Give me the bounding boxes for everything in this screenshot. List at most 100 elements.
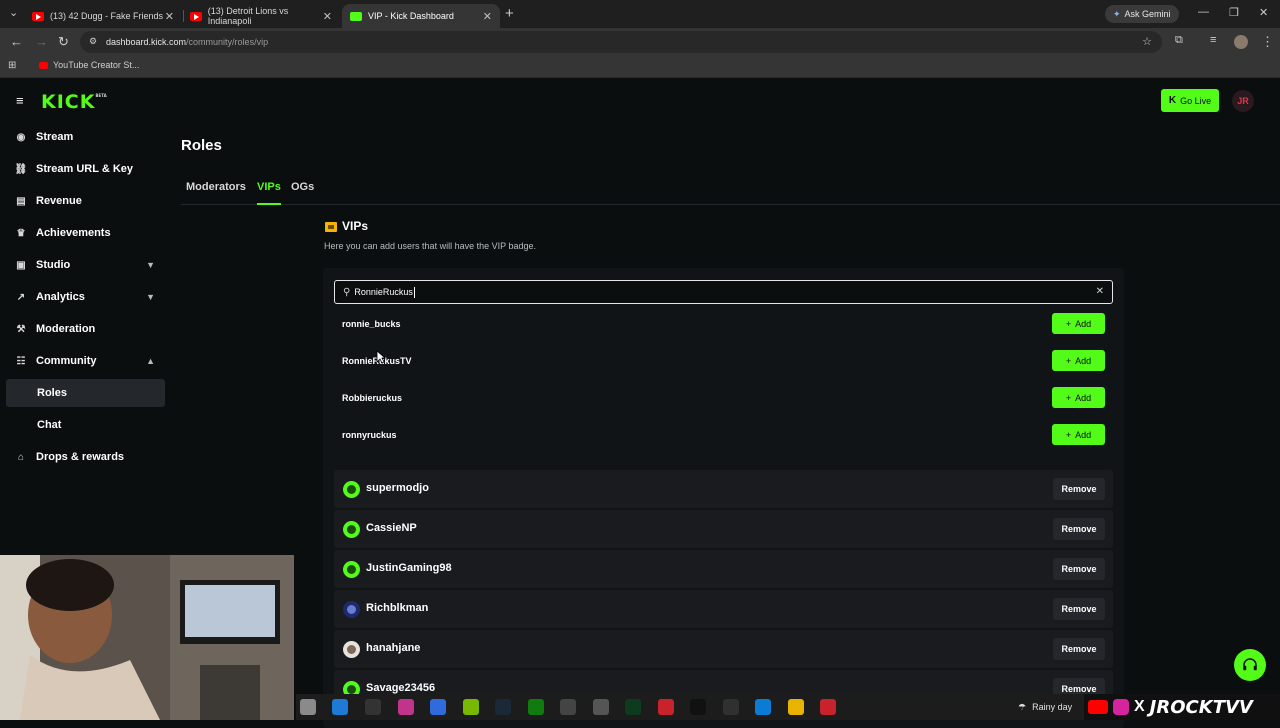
kick-favicon-icon	[350, 11, 362, 21]
remove-vip-button[interactable]: Remove	[1053, 638, 1105, 660]
add-vip-button[interactable]: + Add	[1052, 350, 1105, 371]
sidebar-item-achievements[interactable]: ♛ Achievements	[6, 219, 165, 247]
browser-menu-icon[interactable]: ⋮	[1261, 34, 1274, 50]
close-tab-icon[interactable]: ✕	[165, 10, 174, 23]
url-bar[interactable]: ⚙ dashboard.kick.com/community/roles/vip…	[80, 31, 1162, 53]
minimize-icon[interactable]: —	[1198, 6, 1209, 18]
media-controls-icon[interactable]: ≡	[1210, 34, 1216, 46]
back-icon[interactable]: ←	[10, 34, 23, 49]
restore-icon[interactable]: ❐	[1229, 6, 1239, 19]
sidebar-item-stream[interactable]: ◉ Stream	[6, 123, 165, 151]
sidebar-item-community[interactable]: ☷ Community ▲	[6, 347, 165, 375]
app-icon[interactable]	[593, 699, 609, 715]
revenue-icon: ▤	[16, 195, 26, 207]
webcam-image	[0, 555, 294, 720]
store-icon[interactable]	[332, 699, 348, 715]
instagram-icon	[1113, 699, 1129, 715]
tab-search-chevron-icon[interactable]: ⌄	[9, 6, 18, 19]
app-icon[interactable]	[560, 699, 576, 715]
search-result: ronnyruckus + Add	[342, 421, 1105, 449]
xbox-icon[interactable]	[528, 699, 544, 715]
app-icon[interactable]	[658, 699, 674, 715]
browser-tab-active[interactable]: VIP - Kick Dashboard ✕	[342, 4, 500, 28]
search-result: Robbieruckus + Add	[342, 384, 1105, 412]
sidebar-item-drops-rewards[interactable]: ⌂ Drops & rewards	[6, 443, 165, 471]
site-info-icon[interactable]: ⚙	[89, 36, 97, 47]
user-avatar[interactable]: JR	[1232, 90, 1254, 112]
profile-avatar[interactable]	[1234, 35, 1248, 49]
chevron-down-icon: ▼	[146, 260, 155, 270]
clear-search-icon[interactable]: ✕	[1096, 286, 1104, 297]
window-close-icon[interactable]: ✕	[1259, 6, 1268, 19]
go-live-button[interactable]: K Go Live	[1161, 89, 1219, 112]
remove-vip-button[interactable]: Remove	[1053, 558, 1105, 580]
ask-gemini-button[interactable]: ✦ Ask Gemini	[1105, 5, 1179, 23]
vip-search-input[interactable]: ⚲ RonnieRuckus ✕	[334, 280, 1113, 304]
remove-vip-button[interactable]: Remove	[1053, 518, 1105, 540]
new-tab-icon[interactable]: +	[505, 5, 514, 22]
browser-tab-1[interactable]: (13) 42 Dugg - Fake Friends ✕	[24, 4, 184, 28]
tiktok-icon[interactable]	[690, 699, 706, 715]
apps-grid-icon[interactable]: ⊞	[8, 60, 16, 71]
add-vip-button[interactable]: + Add	[1052, 424, 1105, 445]
browser-tab-title: VIP - Kick Dashboard	[368, 11, 454, 21]
sidebar-item-revenue[interactable]: ▤ Revenue	[6, 187, 165, 215]
app-icon[interactable]	[820, 699, 836, 715]
address-bar-row: ← → ↻ ⚙ dashboard.kick.com/community/rol…	[0, 28, 1280, 56]
chevron-down-icon: ▼	[146, 292, 155, 302]
gemini-sparkle-icon: ✦	[1113, 8, 1121, 19]
app-icon[interactable]	[398, 699, 414, 715]
remove-vip-button[interactable]: Remove	[1053, 598, 1105, 620]
user-avatar	[343, 561, 360, 578]
chrome-icon[interactable]	[788, 699, 804, 715]
remove-vip-button[interactable]: Remove	[1053, 478, 1105, 500]
search-icon: ⚲	[343, 286, 351, 298]
edge-icon[interactable]	[755, 699, 771, 715]
search-result: RonnieRukusTV +Add	[342, 347, 1105, 375]
vip-row: supermodjo Remove	[334, 470, 1113, 508]
sidebar-item-roles[interactable]: Roles	[6, 379, 165, 407]
plus-icon: +	[1065, 429, 1072, 440]
browser-tab-title: (13) 42 Dugg - Fake Friends	[50, 11, 164, 21]
search-result: ronnie_bucks + Add	[342, 310, 1105, 338]
sidebar-item-stream-url-key[interactable]: ⛓ Stream URL & Key	[6, 155, 165, 183]
vip-section-description: Here you can add users that will have th…	[324, 241, 536, 251]
sidebar-item-studio[interactable]: ▣ Studio ▼	[6, 251, 165, 279]
add-vip-button[interactable]: + Add	[1052, 387, 1105, 408]
vip-row: hanahjane Remove	[334, 630, 1113, 668]
hamburger-menu-icon[interactable]: ≡	[16, 93, 24, 108]
extensions-icon[interactable]: ⧉	[1175, 34, 1183, 47]
vip-crown-icon	[325, 222, 337, 232]
kick-logo[interactable]: KICKBETA	[41, 91, 107, 113]
close-tab-icon[interactable]: ✕	[483, 10, 492, 23]
nvidia-icon[interactable]	[463, 699, 479, 715]
browser-tab-2[interactable]: (13) Detroit Lions vs Indianapoli ✕	[182, 4, 340, 28]
sidebar-item-analytics[interactable]: ↗ Analytics ▼	[6, 283, 165, 311]
bookmark-star-icon[interactable]: ☆	[1142, 35, 1152, 48]
steam-icon[interactable]	[495, 699, 511, 715]
weather-widget[interactable]: ☂ Rainy day	[1018, 694, 1072, 720]
youtube-icon	[190, 11, 202, 21]
tab-vips[interactable]: VIPs	[257, 181, 281, 205]
analytics-icon: ↗	[16, 291, 26, 303]
tab-ogs[interactable]: OGs	[291, 181, 314, 205]
file-explorer-icon[interactable]	[300, 699, 316, 715]
headset-icon	[1243, 658, 1257, 671]
obs-icon[interactable]	[723, 699, 739, 715]
sidebar-item-chat[interactable]: Chat	[6, 411, 165, 439]
user-avatar	[343, 601, 360, 618]
app-icon[interactable]	[625, 699, 641, 715]
forward-icon[interactable]: →	[35, 34, 48, 49]
browser-tab-bar: ⌄ (13) 42 Dugg - Fake Friends ✕ (13) Det…	[0, 0, 1280, 28]
browser-tab-title: (13) Detroit Lions vs Indianapoli	[207, 6, 289, 26]
gift-icon: ⌂	[17, 451, 25, 463]
reload-icon[interactable]: ↻	[58, 34, 69, 50]
bookmark-youtube-creator[interactable]: YouTube Creator St...	[39, 60, 139, 70]
support-chat-button[interactable]	[1234, 649, 1266, 681]
epic-games-icon[interactable]	[365, 699, 381, 715]
app-icon[interactable]	[430, 699, 446, 715]
close-tab-icon[interactable]: ✕	[323, 10, 332, 23]
sidebar-item-moderation[interactable]: ⚒ Moderation	[6, 315, 165, 343]
tab-moderators[interactable]: Moderators	[186, 181, 246, 205]
add-vip-button[interactable]: + Add	[1052, 313, 1105, 334]
